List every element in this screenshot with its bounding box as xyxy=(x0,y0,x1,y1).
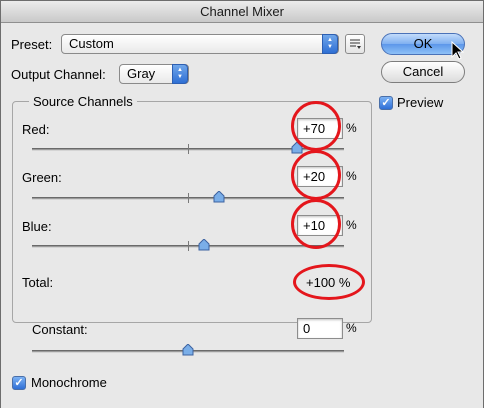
red-label: Red: xyxy=(22,122,50,137)
dialog-content: Preset: Custom ▲ ▼ Output Channel: Gray ▲… xyxy=(1,24,483,408)
popup-arrows-icon: ▲ ▼ xyxy=(322,34,338,54)
slider-center-tick xyxy=(188,193,189,203)
total-label: Total: xyxy=(22,275,54,290)
slider-center-tick xyxy=(188,144,189,154)
monochrome-checkbox[interactable]: ✓ xyxy=(12,376,26,390)
monochrome-label: Monochrome xyxy=(31,375,107,390)
green-label: Green: xyxy=(22,170,62,185)
preview-checkbox[interactable]: ✓ xyxy=(379,96,393,110)
output-channel-value: Gray xyxy=(127,66,156,81)
source-channels-title: Source Channels xyxy=(29,94,137,109)
blue-percent: % xyxy=(346,218,357,232)
mouse-pointer-icon xyxy=(451,41,465,60)
blue-label: Blue: xyxy=(22,219,52,234)
cancel-button[interactable]: Cancel xyxy=(381,61,465,83)
green-slider[interactable] xyxy=(32,191,344,206)
popup-arrows-icon: ▲ ▼ xyxy=(172,64,188,84)
annotation-circle xyxy=(291,199,341,249)
slider-center-tick xyxy=(188,241,189,251)
preview-label: Preview xyxy=(397,95,444,110)
blue-slider[interactable] xyxy=(32,239,344,254)
constant-slider-thumb[interactable] xyxy=(182,344,194,356)
constant-slider[interactable] xyxy=(32,344,344,359)
preset-value: Custom xyxy=(69,36,114,51)
red-percent: % xyxy=(346,121,357,135)
constant-label: Constant: xyxy=(32,322,88,337)
channel-mixer-dialog: Channel Mixer Preset: Custom ▲ ▼ Output C… xyxy=(0,0,484,408)
window-title: Channel Mixer xyxy=(1,1,483,23)
output-channel-label: Output Channel: xyxy=(11,67,106,82)
annotation-circle xyxy=(291,150,341,200)
preset-label: Preset: xyxy=(11,37,53,52)
red-slider[interactable] xyxy=(32,142,344,157)
blue-slider-thumb[interactable] xyxy=(198,239,210,251)
preset-options-icon[interactable] xyxy=(345,34,365,54)
preset-select[interactable]: Custom ▲ ▼ xyxy=(61,34,339,54)
output-channel-select[interactable]: Gray ▲ ▼ xyxy=(119,64,189,84)
green-slider-thumb[interactable] xyxy=(213,191,225,203)
annotation-circle xyxy=(291,101,341,151)
constant-percent: % xyxy=(346,321,357,335)
green-percent: % xyxy=(346,169,357,183)
constant-value-field[interactable]: 0 xyxy=(297,318,343,339)
annotation-circle xyxy=(293,264,365,300)
